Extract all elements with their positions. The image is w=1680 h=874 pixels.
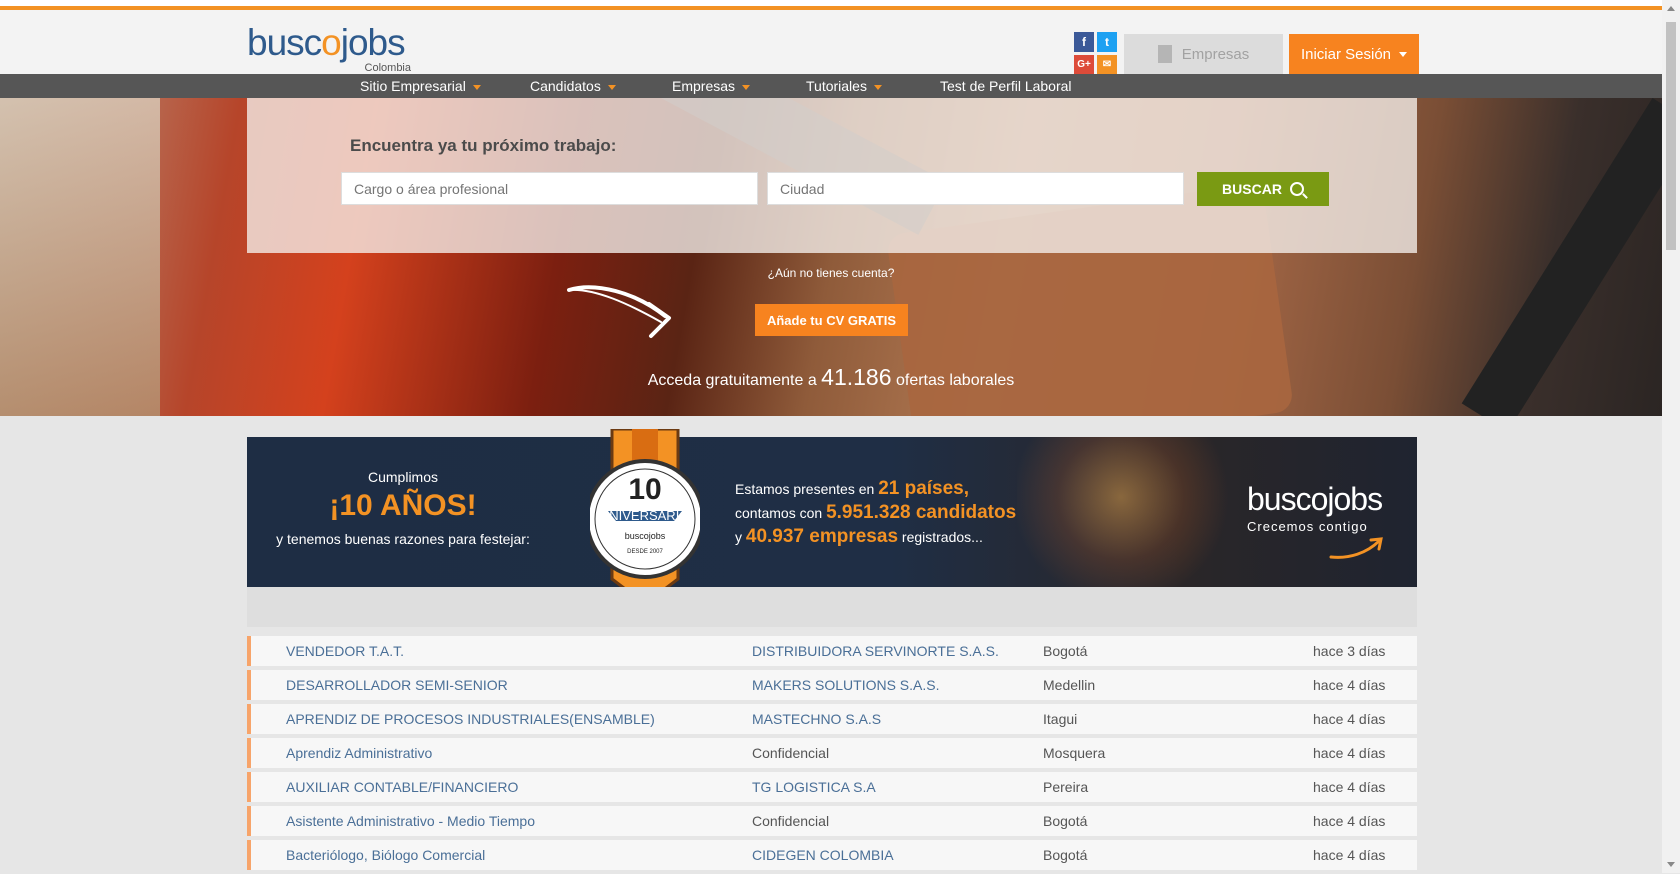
table-row[interactable]: Aprendiz Administrativo Confidencial Mos… bbox=[247, 738, 1417, 768]
social-links: f t G+ ✉ bbox=[1074, 32, 1118, 76]
svg-text:DESDE 2007: DESDE 2007 bbox=[627, 549, 663, 555]
job-company: Confidencial bbox=[752, 813, 830, 829]
chevron-down-icon bbox=[472, 84, 481, 90]
banner-razones: y tenemos buenas razones para festejar: bbox=[276, 531, 530, 547]
page-scrollbar[interactable] bbox=[1662, 0, 1680, 873]
anniversary-banner[interactable]: Cumplimos ¡10 AÑOS! y tenemos buenas raz… bbox=[247, 437, 1417, 587]
empresas-label: Empresas bbox=[1181, 45, 1250, 63]
nav-item-tutoriales[interactable]: Tutoriales bbox=[806, 74, 882, 98]
nav-item-sitio-empresarial[interactable]: Sitio Empresarial bbox=[360, 74, 481, 98]
job-city: Itagui bbox=[1043, 711, 1078, 727]
nav-item-empresas[interactable]: Empresas bbox=[672, 74, 751, 98]
chevron-down-icon bbox=[1399, 51, 1408, 57]
login-button[interactable]: Iniciar Sesión bbox=[1289, 34, 1419, 74]
swoosh-arrow-icon bbox=[1329, 537, 1383, 559]
logo-country: Colombia bbox=[364, 62, 411, 74]
banner-slogan: Crecemos contigo bbox=[1247, 519, 1368, 534]
logo-wordmark: buscojobs bbox=[247, 22, 406, 63]
job-title-link[interactable]: Asistente Administrativo - Medio Tiempo bbox=[286, 806, 535, 836]
job-city: Pereira bbox=[1043, 779, 1089, 795]
job-list: VENDEDOR T.A.T. DISTRIBUIDORA SERVINORTE… bbox=[247, 636, 1417, 874]
job-date: hace 3 días bbox=[1313, 643, 1386, 659]
job-city: Bogotá bbox=[1043, 847, 1088, 863]
job-date: hace 4 días bbox=[1313, 711, 1386, 727]
job-company: Confidencial bbox=[752, 745, 830, 761]
job-title-link[interactable]: Aprendiz Administrativo bbox=[286, 738, 432, 768]
job-date: hace 4 días bbox=[1313, 779, 1386, 795]
job-city: Medellin bbox=[1043, 677, 1096, 693]
svg-text:10: 10 bbox=[628, 473, 661, 506]
buscojobs-logo[interactable]: buscojobs Colombia bbox=[247, 22, 417, 74]
job-city: Mosquera bbox=[1043, 745, 1106, 761]
search-icon bbox=[1289, 182, 1304, 196]
no-account-text: ¿Aún no tienes cuenta? bbox=[767, 266, 895, 280]
banner-stats: Estamos presentes en 21 países, contamos… bbox=[735, 478, 1017, 547]
chevron-down-icon bbox=[742, 84, 751, 90]
login-label: Iniciar Sesión bbox=[1300, 45, 1392, 63]
scroll-down-icon[interactable] bbox=[1667, 862, 1675, 867]
job-company-link[interactable]: DISTRIBUIDORA SERVINORTE S.A.S. bbox=[752, 636, 999, 666]
table-row[interactable]: VENDEDOR T.A.T. DISTRIBUIDORA SERVINORTE… bbox=[247, 636, 1417, 666]
chevron-down-icon bbox=[873, 84, 882, 90]
job-date: hace 4 días bbox=[1313, 847, 1386, 863]
twitter-icon[interactable]: t bbox=[1097, 32, 1117, 52]
banner-logo: buscojobs bbox=[1247, 481, 1383, 517]
scrollbar-thumb[interactable] bbox=[1666, 22, 1676, 250]
nav-item-candidatos[interactable]: Candidatos bbox=[530, 74, 616, 98]
city-input[interactable] bbox=[767, 172, 1184, 205]
offers-count-text: Acceda gratuitamente a 41.186 ofertas la… bbox=[647, 364, 1015, 390]
nav-item-test-perfil[interactable]: Test de Perfil Laboral bbox=[940, 74, 1072, 98]
job-company-link[interactable]: MAKERS SOLUTIONS S.A.S. bbox=[752, 670, 940, 700]
offers-count: 41.186 bbox=[821, 364, 892, 390]
table-row[interactable]: Asistente Administrativo - Medio Tiempo … bbox=[247, 806, 1417, 836]
job-date: hace 4 días bbox=[1313, 745, 1386, 761]
job-city: Bogotá bbox=[1043, 813, 1088, 829]
job-title-link[interactable]: DESARROLLADOR SEMI-SENIOR bbox=[286, 670, 508, 700]
table-row[interactable]: AUXILIAR CONTABLE/FINANCIERO TG LOGISTIC… bbox=[247, 772, 1417, 802]
section-divider bbox=[247, 587, 1417, 627]
job-date: hace 4 días bbox=[1313, 677, 1386, 693]
table-row[interactable]: DESARROLLADOR SEMI-SENIOR MAKERS SOLUTIO… bbox=[247, 670, 1417, 700]
search-title: Encuentra ya tu próximo trabajo: bbox=[350, 136, 617, 155]
empresas-button[interactable]: Empresas bbox=[1124, 34, 1283, 74]
job-title-link[interactable]: AUXILIAR CONTABLE/FINANCIERO bbox=[286, 772, 518, 802]
svg-text:ANIVERSARIO: ANIVERSARIO bbox=[601, 508, 690, 523]
job-company-link[interactable]: MASTECHNO S.A.S bbox=[752, 704, 881, 734]
job-city: Bogotá bbox=[1043, 643, 1088, 659]
email-icon[interactable]: ✉ bbox=[1097, 55, 1117, 75]
banner-anos: ¡10 AÑOS! bbox=[329, 489, 477, 522]
site-header: buscojobs Colombia f t G+ ✉ Empresas Ini… bbox=[0, 10, 1662, 76]
job-title-link[interactable]: VENDEDOR T.A.T. bbox=[286, 636, 404, 666]
search-button[interactable]: BUSCAR bbox=[1197, 172, 1329, 206]
sparkler-decor bbox=[1017, 437, 1277, 587]
svg-text:buscojobs: buscojobs bbox=[625, 531, 666, 541]
googleplus-icon[interactable]: G+ bbox=[1074, 55, 1094, 75]
job-title-input[interactable] bbox=[341, 172, 758, 205]
curved-arrow-icon bbox=[567, 285, 671, 338]
job-company-link[interactable]: CIDEGEN COLOMBIA bbox=[752, 840, 894, 870]
table-row[interactable]: Bacteriólogo, Biólogo Comercial CIDEGEN … bbox=[247, 840, 1417, 870]
search-button-label: BUSCAR bbox=[1222, 181, 1282, 197]
job-company-link[interactable]: TG LOGISTICA S.A bbox=[752, 772, 876, 802]
chevron-down-icon bbox=[607, 84, 616, 90]
building-icon bbox=[1157, 45, 1172, 63]
main-nav: Sitio Empresarial Candidatos Empresas Tu… bbox=[0, 74, 1662, 98]
table-row[interactable]: APRENDIZ DE PROCESOS INDUSTRIALES(ENSAMB… bbox=[247, 704, 1417, 734]
job-date: hace 4 días bbox=[1313, 813, 1386, 829]
banner-cumplimos: Cumplimos bbox=[367, 469, 438, 485]
job-title-link[interactable]: Bacteriólogo, Biólogo Comercial bbox=[286, 840, 485, 870]
job-title-link[interactable]: APRENDIZ DE PROCESOS INDUSTRIALES(ENSAMB… bbox=[286, 704, 655, 734]
facebook-icon[interactable]: f bbox=[1074, 32, 1094, 52]
scroll-up-icon[interactable] bbox=[1667, 6, 1675, 11]
search-panel: Encuentra ya tu próximo trabajo: BUSCAR bbox=[247, 98, 1417, 253]
add-cv-button[interactable]: Añade tu CV GRATIS bbox=[755, 304, 908, 336]
